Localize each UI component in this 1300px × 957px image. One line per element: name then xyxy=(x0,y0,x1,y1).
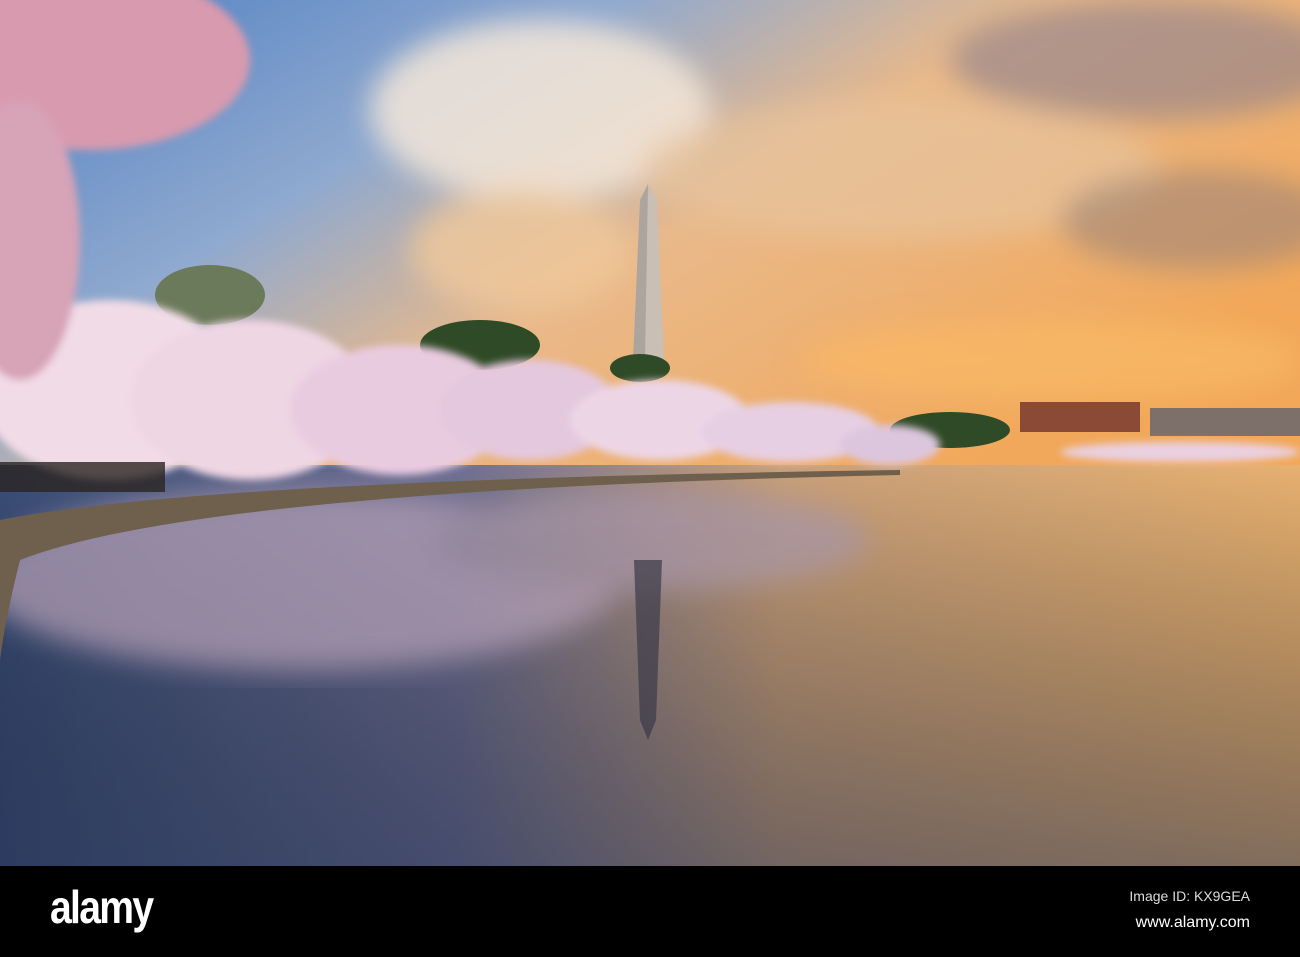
watermark-url: www.alamy.com xyxy=(1135,914,1250,931)
image-id: Image ID: KX9GEA xyxy=(1129,888,1250,904)
distant-buildings xyxy=(1020,402,1140,432)
watermark-bar: alamy Image ID: KX9GEA www.alamy.com xyxy=(0,866,1300,957)
railing xyxy=(0,462,165,492)
photo-scene xyxy=(0,0,1300,866)
alamy-logo: alamy xyxy=(50,881,154,933)
